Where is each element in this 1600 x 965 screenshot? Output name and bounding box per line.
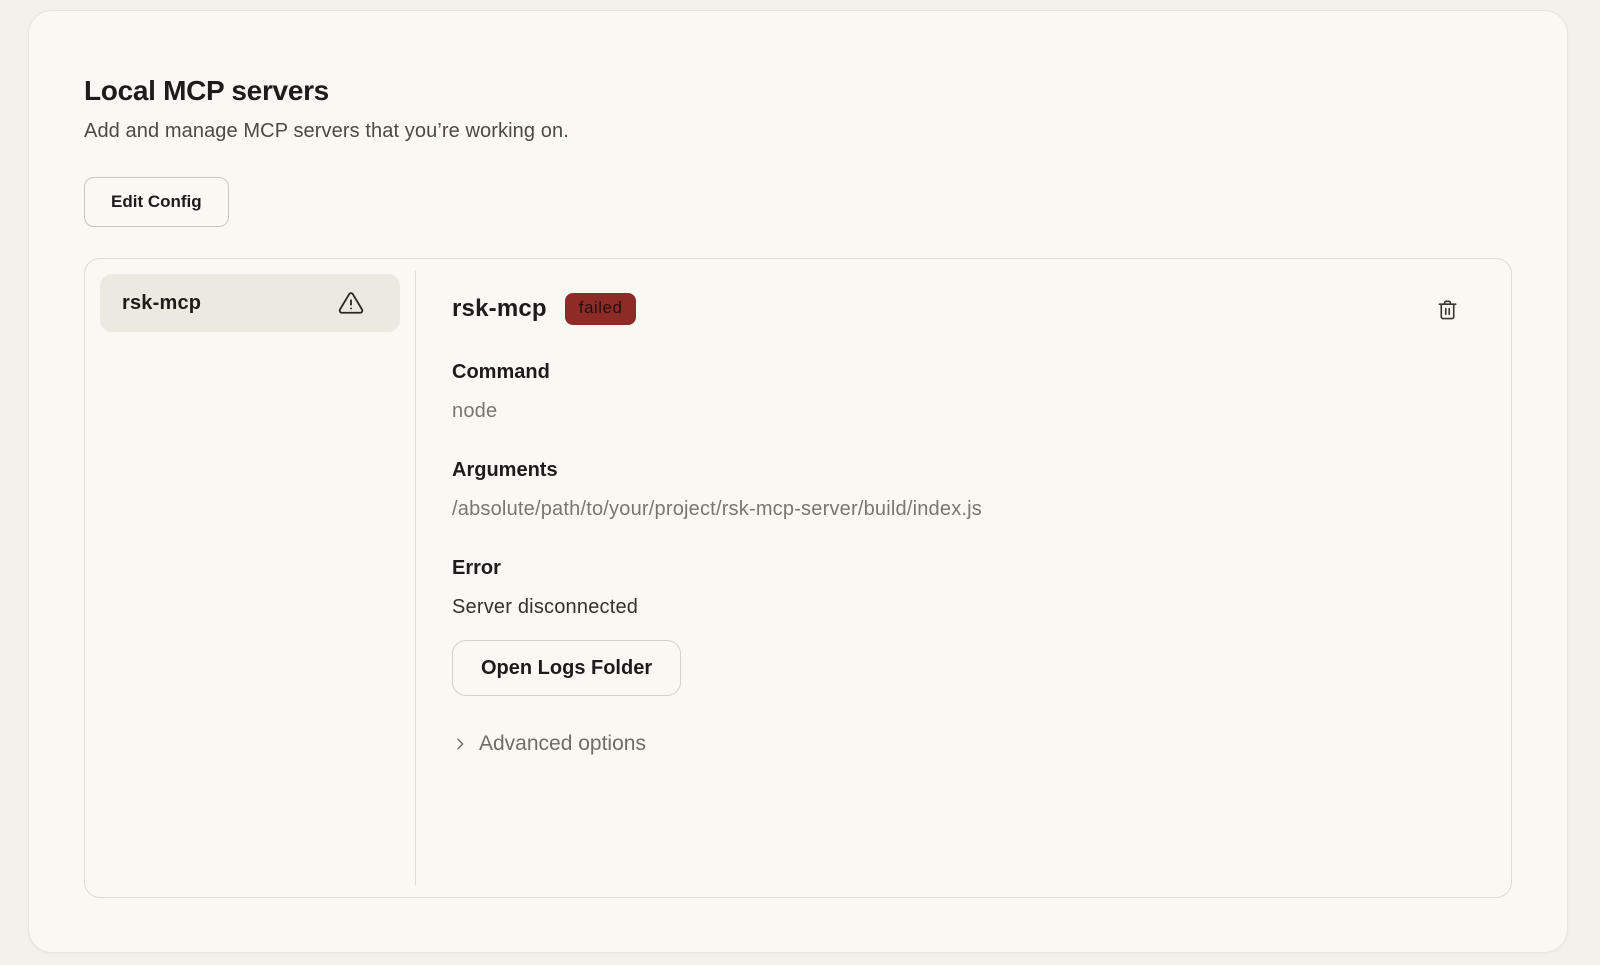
error-value: Server disconnected <box>452 596 1463 619</box>
open-logs-folder-button[interactable]: Open Logs Folder <box>452 640 681 696</box>
warning-icon <box>338 290 364 316</box>
error-field: Error Server disconnected <box>452 557 1463 619</box>
edit-config-button[interactable]: Edit Config <box>84 177 229 227</box>
server-detail-pane: rsk-mcp failed Command <box>416 259 1511 897</box>
delete-server-button[interactable] <box>1432 294 1463 325</box>
server-list-sidebar: rsk-mcp <box>85 259 415 897</box>
trash-icon <box>1436 298 1459 321</box>
command-value: node <box>452 400 1463 423</box>
advanced-options-toggle[interactable]: Advanced options <box>452 732 1463 756</box>
server-list-item-rsk-mcp[interactable]: rsk-mcp <box>100 274 400 332</box>
page-title: Local MCP servers <box>84 75 1512 107</box>
arguments-value: /absolute/path/to/your/project/rsk-mcp-s… <box>452 498 1463 521</box>
error-label: Error <box>452 557 1463 580</box>
server-detail-header: rsk-mcp failed <box>452 293 1463 325</box>
server-name-heading: rsk-mcp <box>452 295 547 323</box>
arguments-label: Arguments <box>452 459 1463 482</box>
server-list-item-name: rsk-mcp <box>122 292 201 315</box>
settings-card: Local MCP servers Add and manage MCP ser… <box>28 10 1568 953</box>
chevron-right-icon <box>452 736 468 752</box>
mcp-server-panel: rsk-mcp rsk-mcp failed <box>84 258 1512 898</box>
status-badge: failed <box>565 293 637 325</box>
arguments-field: Arguments /absolute/path/to/your/project… <box>452 459 1463 521</box>
command-field: Command node <box>452 361 1463 423</box>
command-label: Command <box>452 361 1463 384</box>
advanced-options-label: Advanced options <box>479 732 646 756</box>
page-subtitle: Add and manage MCP servers that you’re w… <box>84 120 1512 143</box>
